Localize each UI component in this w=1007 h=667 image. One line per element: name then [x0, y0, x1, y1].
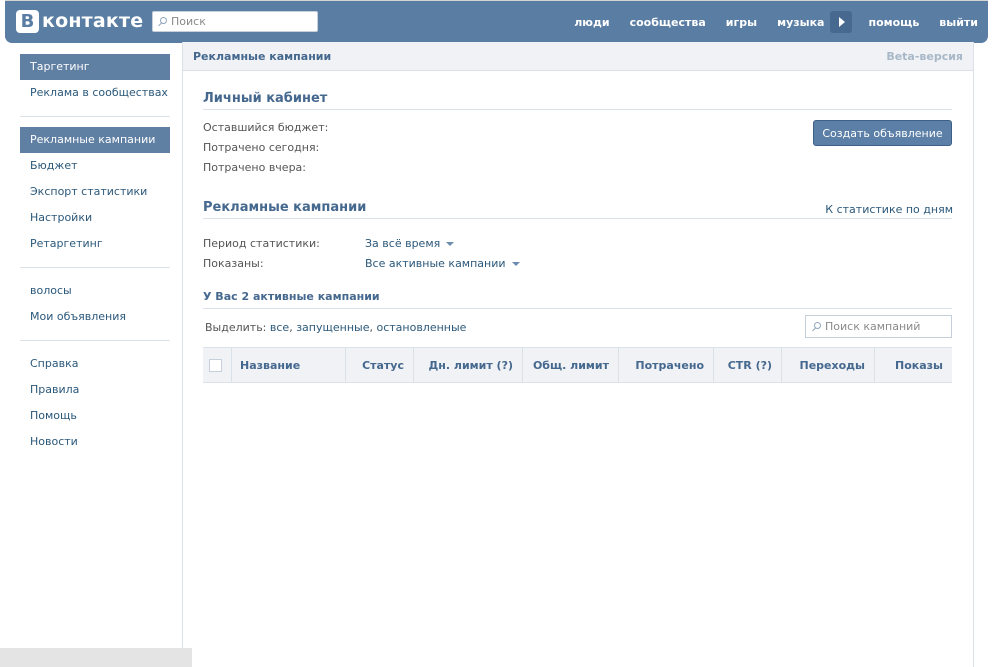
chevron-down-icon: [446, 242, 455, 246]
stats-by-day-link[interactable]: К статистике по дням: [825, 203, 953, 216]
nav-help[interactable]: помощь: [858, 16, 929, 29]
sidebar-item-rules[interactable]: Правила: [20, 377, 170, 403]
beta-label: Beta-версия: [886, 49, 963, 63]
campaigns-table-header: Название Статус Дн. лимит (?) Общ. лимит…: [203, 347, 952, 383]
sidebar-item-help[interactable]: Помощь: [20, 403, 170, 429]
col-name[interactable]: Название: [232, 348, 346, 382]
main-panel: Рекламные кампании Beta-версия Личный ка…: [182, 42, 974, 667]
header-search-input[interactable]: [171, 15, 311, 28]
sidebar-item-news[interactable]: Новости: [20, 429, 170, 455]
search-icon: [158, 17, 167, 26]
create-ad-button[interactable]: Создать объявление: [813, 120, 952, 146]
col-total-limit[interactable]: Общ. лимит: [523, 348, 619, 382]
nav-people[interactable]: люди: [564, 16, 619, 29]
sidebar-item-campaigns[interactable]: Рекламные кампании: [20, 127, 170, 153]
period-dropdown[interactable]: За всё время: [365, 237, 455, 250]
select-stopped-link[interactable]: остановленные: [376, 321, 466, 334]
col-status[interactable]: Статус: [346, 348, 414, 382]
col-clicks[interactable]: Переходы: [782, 348, 875, 382]
nav-games[interactable]: игры: [716, 16, 767, 29]
sidebar: Таргетинг Реклама в сообществах Рекламны…: [20, 54, 170, 455]
sidebar-item-retargeting[interactable]: Ретаргетинг: [20, 231, 170, 257]
nav-communities[interactable]: сообщества: [620, 16, 716, 29]
top-nav: люди сообщества игры музыка помощь выйти: [564, 1, 988, 43]
bottom-strip: [0, 648, 192, 667]
sidebar-item-reference[interactable]: Справка: [20, 351, 170, 377]
sidebar-item-hair[interactable]: волосы: [20, 278, 170, 304]
logo-icon: В: [16, 9, 39, 33]
select-all-checkbox[interactable]: [209, 358, 222, 372]
shown-dropdown[interactable]: Все активные кампании: [365, 257, 520, 270]
chevron-down-icon: [511, 262, 520, 266]
top-header: В контакте люди сообщества игры музыка п…: [5, 0, 988, 43]
play-icon[interactable]: [830, 11, 853, 33]
select-prefix: Выделить:: [205, 321, 267, 334]
search-icon: [812, 322, 821, 331]
sidebar-divider: [20, 267, 170, 268]
nav-logout[interactable]: выйти: [929, 16, 988, 29]
spent-yesterday-label: Потрачено вчера:: [203, 161, 306, 174]
budget-left-label: Оставшийся бюджет:: [203, 121, 329, 134]
page-title: Рекламные кампании: [193, 49, 332, 63]
sidebar-divider: [20, 340, 170, 341]
panel-header: Рекламные кампании Beta-версия: [183, 42, 973, 71]
select-all-link[interactable]: все: [270, 321, 289, 334]
sidebar-item-budget[interactable]: Бюджет: [20, 153, 170, 179]
select-running-link[interactable]: запущенные: [296, 321, 369, 334]
vk-logo[interactable]: В контакте: [16, 9, 143, 33]
sidebar-item-export-stats[interactable]: Экспорт статистики: [20, 179, 170, 205]
col-spent[interactable]: Потрачено: [619, 348, 714, 382]
campaign-search[interactable]: [805, 315, 952, 338]
sidebar-item-my-ads[interactable]: Мои объявления: [20, 304, 170, 330]
sidebar-divider: [20, 116, 170, 117]
spent-today-label: Потрачено сегодня:: [203, 141, 320, 154]
col-impressions[interactable]: Показы: [875, 348, 952, 382]
sidebar-item-targeting[interactable]: Таргетинг: [20, 54, 170, 80]
sidebar-item-community-ads[interactable]: Реклама в сообществах: [20, 80, 170, 106]
sidebar-item-settings[interactable]: Настройки: [20, 205, 170, 231]
shown-label: Показаны:: [203, 257, 264, 270]
select-row: Выделить: все, запущенные, остановленные: [205, 321, 467, 334]
nav-music[interactable]: музыка: [767, 16, 834, 29]
cabinet-title: Личный кабинет: [203, 91, 952, 110]
header-search[interactable]: [152, 11, 318, 32]
period-label: Период статистики:: [203, 237, 320, 250]
campaign-search-input[interactable]: [825, 320, 945, 333]
period-value: За всё время: [365, 237, 441, 250]
active-campaigns-count: У Вас 2 активные кампании: [203, 290, 952, 309]
shown-value: Все активные кампании: [365, 257, 506, 270]
select-all-cell: [203, 348, 232, 382]
logo-text: контакте: [42, 10, 144, 32]
col-daily-limit[interactable]: Дн. лимит (?): [414, 348, 523, 382]
col-ctr[interactable]: CTR (?): [714, 348, 782, 382]
